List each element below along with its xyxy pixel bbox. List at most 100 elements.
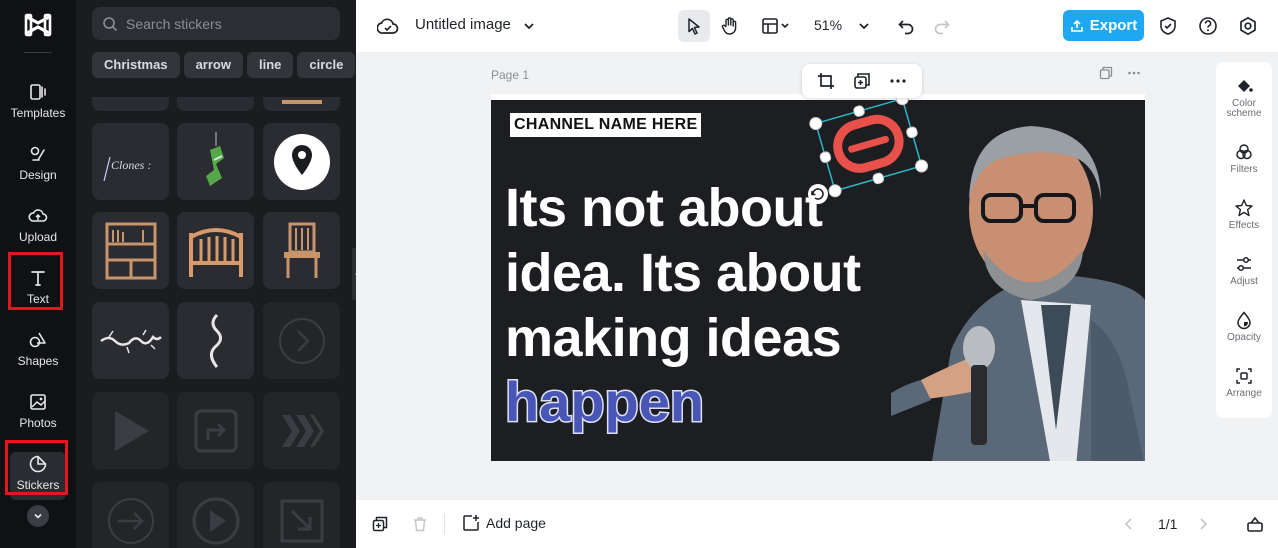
- file-title[interactable]: Untitled image: [415, 16, 511, 33]
- redo-icon: [934, 20, 950, 35]
- export-button[interactable]: Export: [1063, 10, 1144, 41]
- canvas-area[interactable]: Page 1 CHANNEL NAME HERE Its not about i…: [356, 52, 1278, 500]
- chip-arrow[interactable]: arrow: [183, 52, 243, 78]
- chip-christmas[interactable]: Christmas: [92, 52, 180, 78]
- sticker-tile-crib[interactable]: [177, 212, 254, 289]
- capcut-logo-icon[interactable]: [24, 12, 52, 38]
- more-icon[interactable]: [1127, 66, 1141, 80]
- rail-item-upload[interactable]: Upload: [0, 206, 76, 256]
- prop-filters[interactable]: Filters: [1216, 142, 1272, 175]
- search-icon: [103, 16, 118, 31]
- next-page-icon[interactable]: [1196, 517, 1210, 531]
- duplicate-page-icon[interactable]: [372, 516, 388, 532]
- rail-item-photos[interactable]: Photos: [0, 392, 76, 442]
- prop-label: Color scheme: [1226, 98, 1262, 119]
- headline-line-2: idea. Its about: [505, 243, 861, 303]
- undo-icon: [898, 20, 914, 35]
- play-icon: [114, 410, 149, 451]
- sticker-context-toolbar: [802, 64, 922, 98]
- rail-item-templates[interactable]: Templates: [0, 82, 76, 132]
- rail-item-text[interactable]: Text: [0, 268, 76, 318]
- bottom-divider: [444, 514, 445, 534]
- add-page-icon: [463, 515, 479, 531]
- sticker-tile[interactable]: [92, 97, 169, 111]
- highlight-word-text[interactable]: happen: [503, 369, 705, 435]
- sticker-tile-play-circle[interactable]: [177, 482, 254, 548]
- duplicate-icon[interactable]: [853, 72, 871, 90]
- prop-effects[interactable]: Effects: [1216, 198, 1272, 231]
- more-icon[interactable]: [889, 72, 907, 90]
- templates-icon: [30, 84, 46, 100]
- sticker-search-box[interactable]: [92, 7, 340, 40]
- prop-arrange[interactable]: Arrange: [1216, 366, 1272, 399]
- chip-circle[interactable]: circle: [297, 52, 356, 78]
- sticker-tile[interactable]: [263, 97, 340, 111]
- prop-adjust[interactable]: Adjust: [1216, 254, 1272, 287]
- layout-menu-button[interactable]: [756, 10, 796, 42]
- redo-button[interactable]: [926, 10, 958, 42]
- sticker-tile-smoke[interactable]: [177, 302, 254, 379]
- location-pin-icon: [273, 133, 330, 190]
- rail-item-stickers[interactable]: Stickers: [10, 452, 66, 500]
- rail-more-button[interactable]: [27, 505, 49, 527]
- file-menu-button[interactable]: [513, 10, 545, 42]
- prop-opacity[interactable]: Opacity: [1216, 310, 1272, 343]
- help-button[interactable]: [1192, 10, 1224, 42]
- rail-label: Templates: [10, 106, 66, 120]
- shield-button[interactable]: [1152, 10, 1184, 42]
- sticker-search-input[interactable]: [126, 15, 326, 32]
- chevron-down-icon: [859, 23, 869, 30]
- headline-line-3: making ideas: [505, 308, 842, 368]
- shield-check-icon: [1160, 17, 1176, 35]
- sticker-tile-play[interactable]: [92, 392, 169, 469]
- add-page-button[interactable]: Add page: [462, 514, 546, 532]
- sticker-tile-clones-text[interactable]: Clones :: [92, 123, 169, 200]
- prop-color-scheme[interactable]: Color scheme: [1216, 76, 1272, 119]
- sticker-tile-bookshelf[interactable]: [92, 212, 169, 289]
- triple-chevron-icon: [281, 414, 324, 447]
- rotate-handle-icon[interactable]: [806, 182, 830, 206]
- select-tool-button[interactable]: [678, 10, 710, 42]
- cloud-sync-button[interactable]: [372, 10, 404, 42]
- sticker-tile-arrow-box[interactable]: [263, 482, 340, 548]
- rail-item-shapes[interactable]: Shapes: [0, 330, 76, 380]
- rail-label: Stickers: [16, 478, 60, 492]
- paint-bucket-icon: [1238, 80, 1253, 92]
- chip-line[interactable]: line: [246, 52, 294, 78]
- help-icon: [1199, 17, 1217, 35]
- chevron-circle-icon: [278, 317, 325, 364]
- layers-icon[interactable]: [1246, 515, 1264, 533]
- crop-icon[interactable]: [817, 72, 835, 90]
- trash-icon[interactable]: [412, 516, 428, 532]
- channel-name-text[interactable]: CHANNEL NAME HERE: [510, 113, 702, 137]
- sticker-tile-arrow-circle[interactable]: [92, 482, 169, 548]
- sticker-tile-chevron-circle[interactable]: [263, 302, 340, 379]
- duplicate-page-icon[interactable]: [1099, 66, 1113, 80]
- prop-label: Filters: [1230, 164, 1258, 175]
- layout-icon: [762, 18, 789, 34]
- rail-label: Upload: [18, 230, 58, 244]
- sticker-tile-turn-arrow[interactable]: [177, 392, 254, 469]
- bottom-bar: Add page 1/1: [356, 500, 1278, 548]
- sticker-tile-chair[interactable]: [263, 212, 340, 289]
- sticker-tile-triple-chevron[interactable]: [263, 392, 340, 469]
- rail-item-design[interactable]: Design: [0, 144, 76, 194]
- hand-tool-button[interactable]: [714, 10, 746, 42]
- design-icon: [30, 146, 45, 161]
- zoom-level[interactable]: 51%: [814, 17, 842, 33]
- prev-page-icon[interactable]: [1122, 517, 1136, 531]
- sticker-tile-location-pin[interactable]: [263, 123, 340, 200]
- photo-icon: [30, 394, 46, 410]
- sliders-icon: [1237, 256, 1251, 272]
- add-page-label: Add page: [486, 515, 546, 531]
- rail-label: Shapes: [17, 354, 59, 368]
- sticker-tile[interactable]: [177, 97, 254, 111]
- sticker-tile-ornament[interactable]: [177, 123, 254, 200]
- settings-button[interactable]: [1232, 10, 1264, 42]
- zoom-menu-button[interactable]: [848, 10, 880, 42]
- rail-label: Text: [26, 292, 49, 306]
- sticker-tile-splash[interactable]: [92, 302, 169, 379]
- chevron-down-icon: [524, 23, 534, 30]
- undo-button[interactable]: [890, 10, 922, 42]
- gear-icon: [1240, 16, 1256, 36]
